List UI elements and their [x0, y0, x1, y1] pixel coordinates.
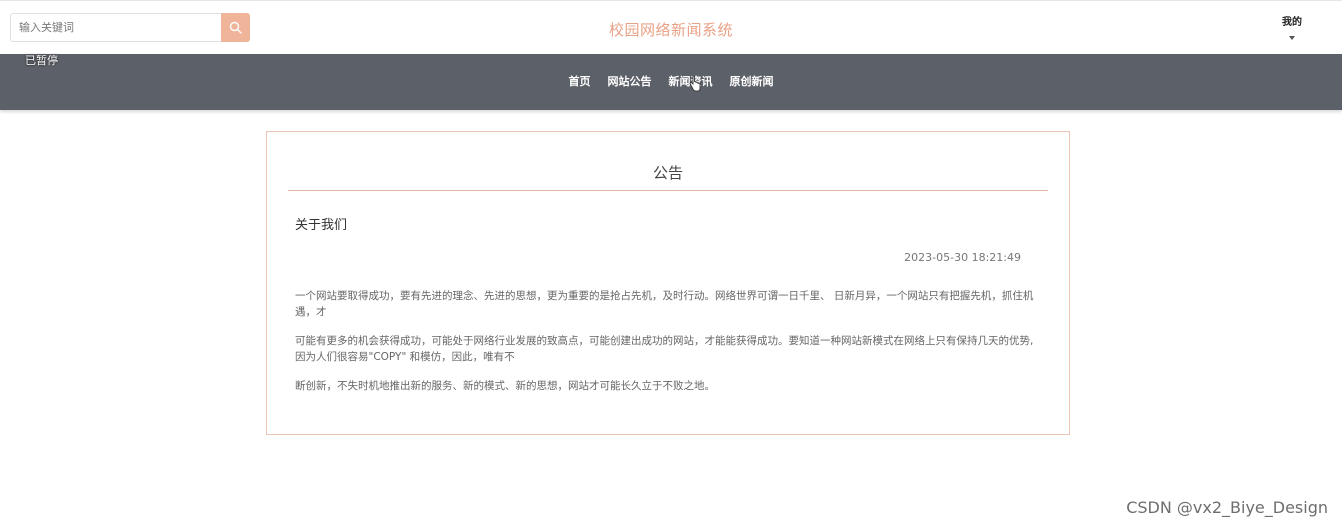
user-menu-label: 我的	[1282, 17, 1302, 28]
site-title: 校园网络新闻系统	[608, 21, 733, 39]
main-navbar: 已暂停 首页 网站公告 新闻资讯 原创新闻	[0, 54, 1342, 110]
user-menu[interactable]: 我的	[1280, 13, 1304, 40]
notice-date: 2023-05-30 18:21:49	[904, 251, 1021, 264]
content-paragraph: 一个网站要取得成功，要有先进的理念、先进的思想，更为重要的是抢占先机，及时行动。…	[295, 290, 1034, 318]
top-header: 校园网络新闻系统 我的	[0, 0, 1342, 54]
notice-card: 公告 关于我们 2023-05-30 18:21:49 一个网站要取得成功，要有…	[266, 131, 1070, 435]
nav-item-announcements[interactable]: 网站公告	[608, 73, 652, 89]
notice-title: 关于我们	[295, 218, 348, 233]
chevron-down-icon	[1289, 36, 1295, 40]
content-paragraph: 断创新，不失时机地推出新的服务、新的模式、新的思想，网站才可能长久立于不败之地。	[295, 380, 715, 392]
card-heading: 公告	[652, 164, 683, 182]
content-paragraph: 可能有更多的机会获得成功，可能处于网络行业发展的致高点，可能创建出成功的网站，才…	[295, 335, 1034, 363]
csdn-watermark: CSDN @vx2_Biye_Design	[1126, 498, 1328, 517]
hand-cursor-icon	[689, 76, 701, 92]
nav-item-home[interactable]: 首页	[569, 73, 591, 89]
notice-content: 一个网站要取得成功，要有先进的理念、先进的思想，更为重要的是抢占先机，及时行动。…	[295, 288, 1043, 407]
nav-item-original-news[interactable]: 原创新闻	[730, 73, 774, 89]
nav-menu: 首页 网站公告 新闻资讯 原创新闻	[0, 73, 1342, 89]
paused-status: 已暂停	[25, 54, 58, 67]
heading-divider	[288, 190, 1048, 191]
